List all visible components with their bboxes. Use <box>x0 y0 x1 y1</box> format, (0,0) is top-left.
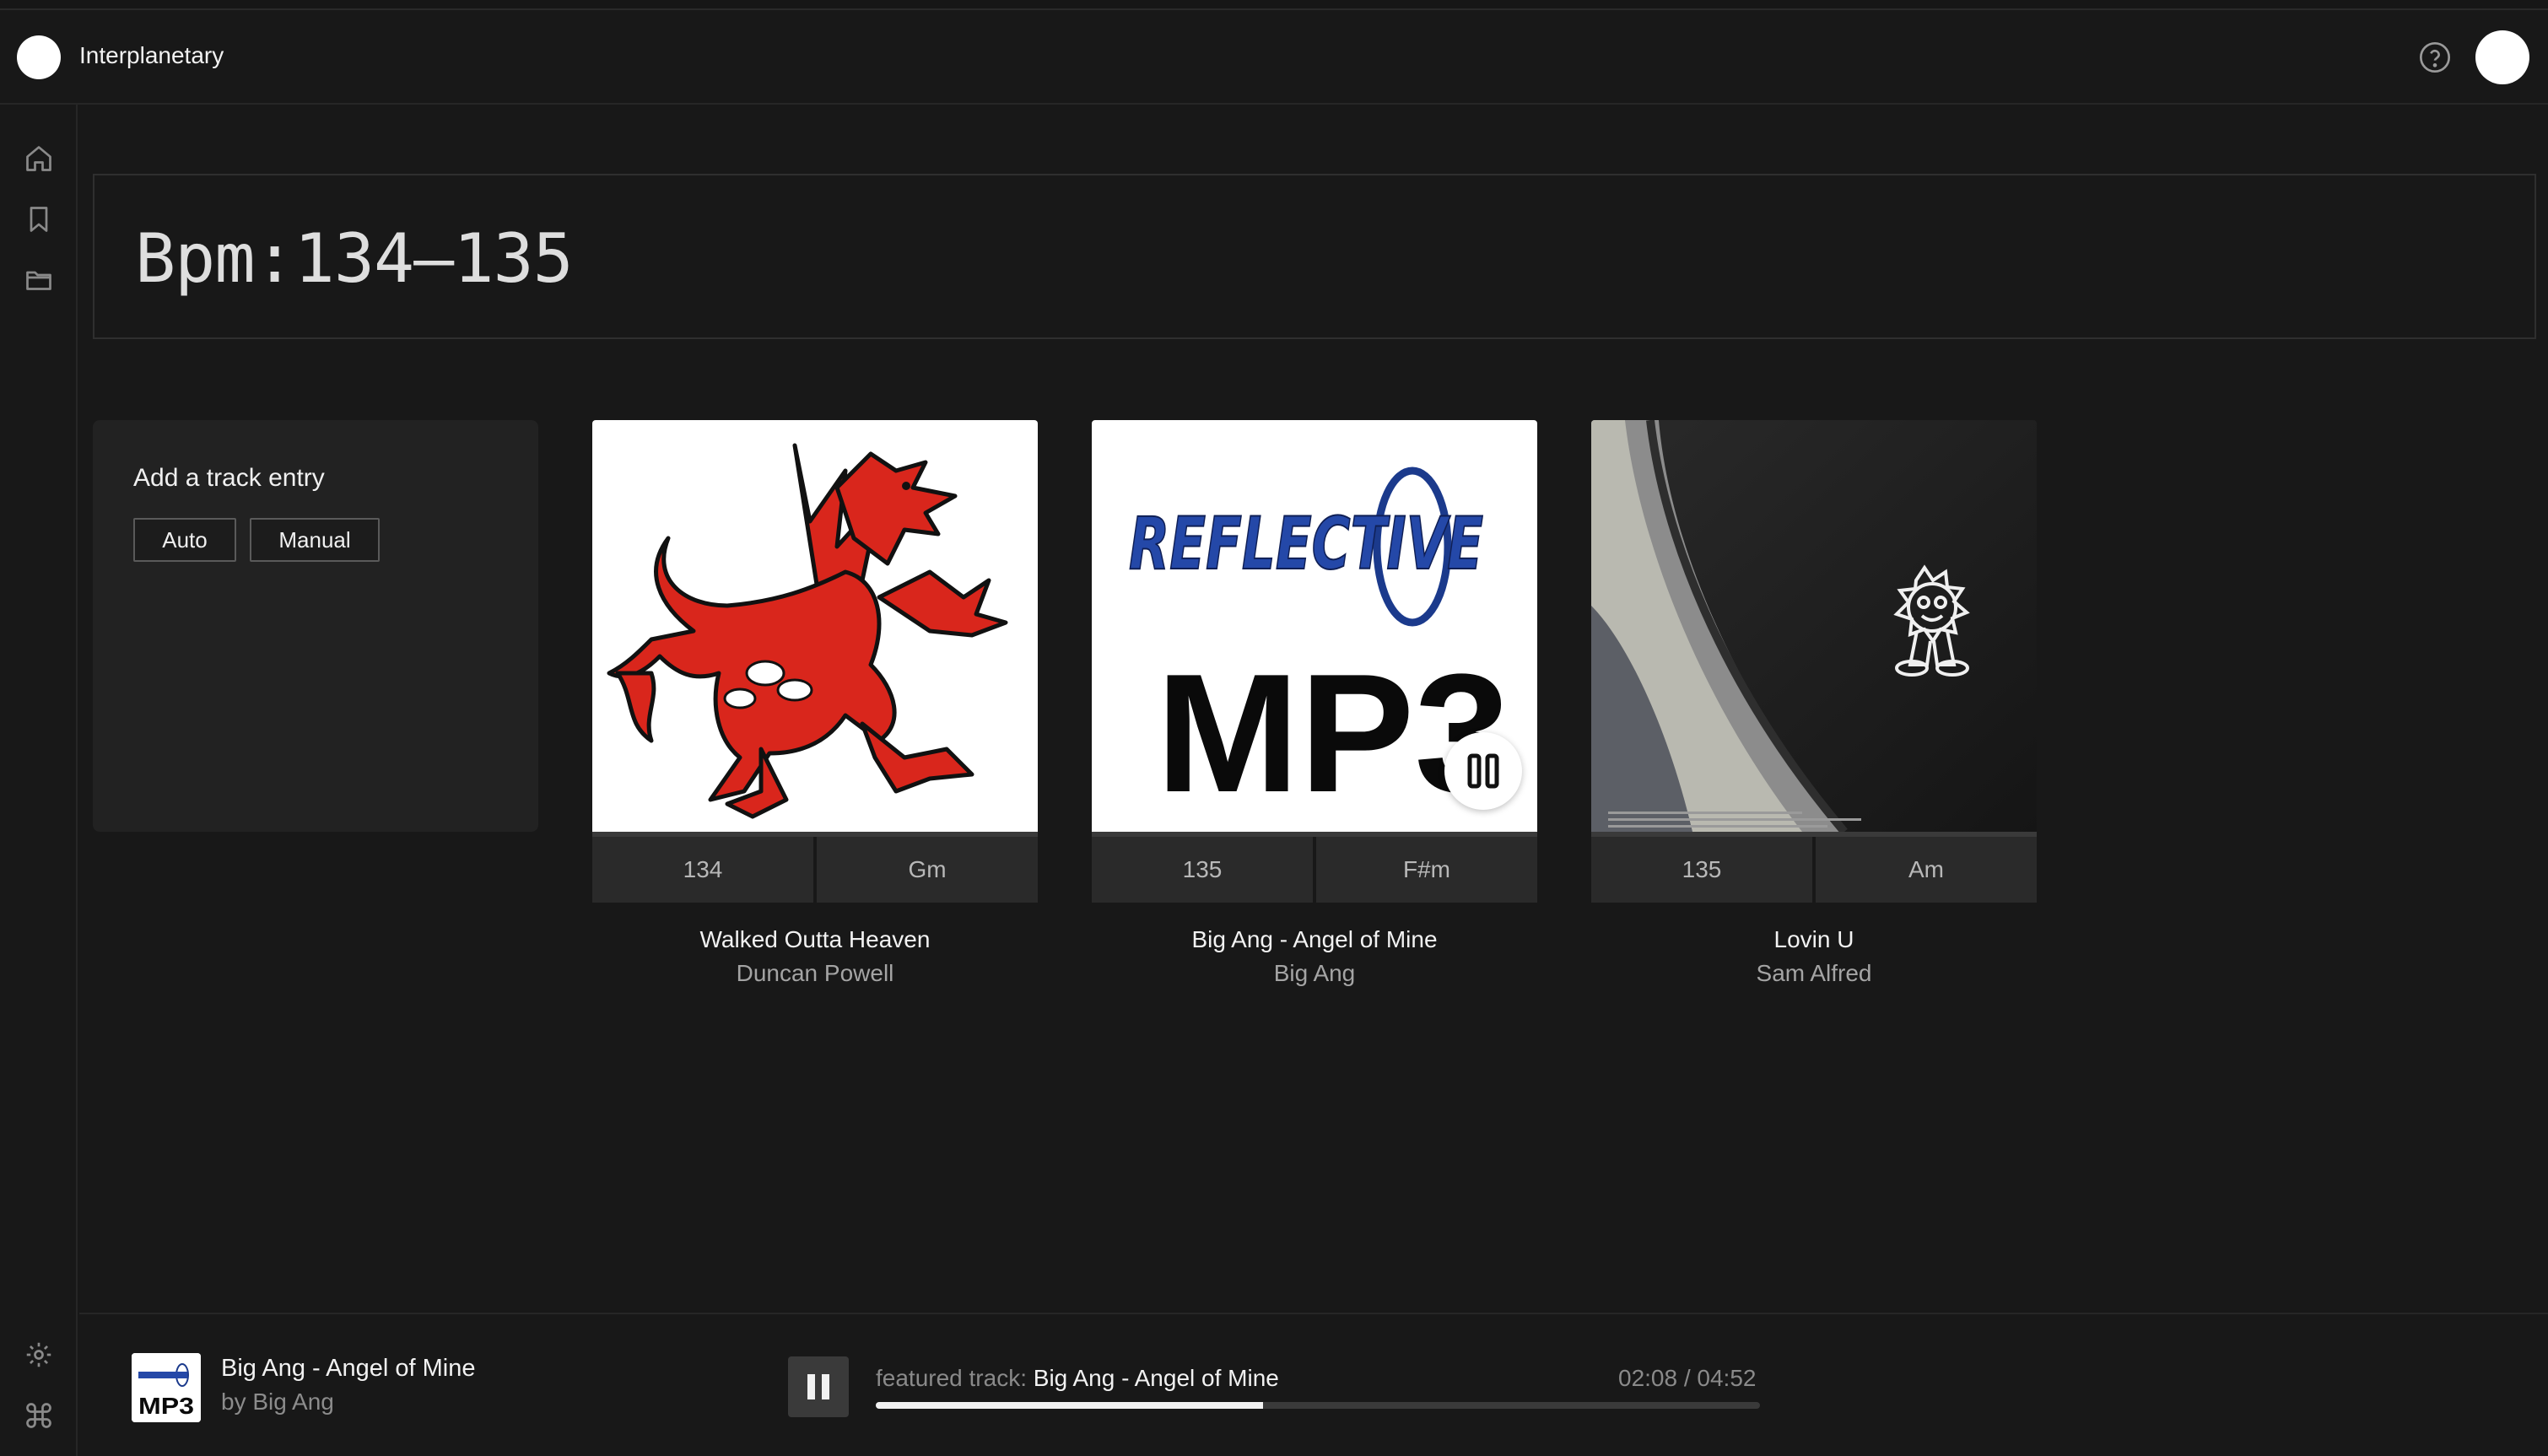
manual-button[interactable]: Manual <box>250 518 380 562</box>
featured-track-title[interactable]: Big Ang - Angel of Mine <box>1034 1365 1279 1391</box>
track-artist[interactable]: Sam Alfred <box>1591 960 2037 987</box>
auto-button[interactable]: Auto <box>133 518 236 562</box>
folder-icon[interactable] <box>24 265 54 295</box>
sidebar <box>0 105 78 1456</box>
track-bpm: 135 <box>1182 856 1223 882</box>
pause-icon <box>1467 753 1499 789</box>
play-pause-button[interactable] <box>788 1356 849 1417</box>
track-meta-row: 134 Gm <box>592 832 1038 903</box>
track-cover-art[interactable] <box>1591 420 2037 832</box>
dragon-image <box>607 443 1008 819</box>
command-icon[interactable] <box>24 1400 54 1431</box>
track-card[interactable]: REFLECTIVE MP3 135 F#m Big Ang - Angel o… <box>1092 420 1537 994</box>
progress-fill <box>876 1402 1264 1409</box>
track-bpm: 134 <box>683 856 723 882</box>
track-card[interactable]: 135 Am Lovin U Sam Alfred <box>1591 420 2037 994</box>
home-icon[interactable] <box>24 143 54 174</box>
cover-brand-text: REFLECTIVE <box>1129 502 1483 586</box>
playback-time: 02:08 / 04:52 <box>1618 1365 1757 1391</box>
track-key: Am <box>1812 837 2037 903</box>
track-meta-row: 135 F#m <box>1092 832 1537 903</box>
bookmark-icon[interactable] <box>24 204 54 235</box>
add-track-entry-title: Add a track entry <box>133 464 325 492</box>
now-playing-artist[interactable]: by Big Ang <box>221 1389 334 1416</box>
track-artist[interactable]: Duncan Powell <box>592 960 1038 987</box>
track-key: Gm <box>813 837 1038 903</box>
track-meta-row: 135 Am <box>1591 832 2037 903</box>
now-playing-bar: MP3 Big Ang - Angel of Mine by Big Ang f… <box>79 1313 2548 1456</box>
track-title[interactable]: Lovin U <box>1591 926 2037 953</box>
featured-track-prefix: featured track: <box>876 1365 1027 1391</box>
app-title: Interplanetary <box>79 42 224 68</box>
mp3-thumb-image: MP3 <box>132 1353 201 1422</box>
gear-icon[interactable] <box>24 1340 54 1370</box>
app-logo[interactable] <box>17 35 61 79</box>
search-query-text: Bpm:134–135 <box>135 219 574 298</box>
featured-track-label: featured track: Big Ang - Angel of Mine <box>876 1365 1279 1392</box>
track-cover-art[interactable] <box>592 420 1038 832</box>
track-card[interactable]: 134 Gm Walked Outta Heaven Duncan Powell <box>592 420 1038 994</box>
track-title[interactable]: Big Ang - Angel of Mine <box>1092 926 1537 953</box>
window-top-edge <box>0 0 2548 10</box>
car-sticker-photo <box>1591 420 2037 832</box>
user-avatar[interactable] <box>2475 30 2529 84</box>
track-cover-art[interactable]: REFLECTIVE MP3 <box>1092 420 1537 832</box>
pause-button[interactable] <box>1444 732 1522 810</box>
track-title[interactable]: Walked Outta Heaven <box>592 926 1038 953</box>
track-key: F#m <box>1313 837 1537 903</box>
search-query-box[interactable]: Bpm:134–135 <box>93 174 2536 339</box>
progress-bar[interactable] <box>876 1402 1760 1409</box>
thumb-mp3-text: MP3 <box>138 1393 194 1419</box>
add-track-entry-card: Add a track entry Auto Manual <box>93 420 538 832</box>
track-artist[interactable]: Big Ang <box>1092 960 1537 987</box>
track-bpm: 135 <box>1682 856 1722 882</box>
now-playing-thumbnail[interactable]: MP3 <box>132 1353 201 1422</box>
pause-icon <box>807 1374 829 1399</box>
now-playing-title[interactable]: Big Ang - Angel of Mine <box>221 1355 475 1383</box>
top-bar: Interplanetary <box>0 10 2548 105</box>
help-circle-icon[interactable] <box>2418 40 2452 74</box>
